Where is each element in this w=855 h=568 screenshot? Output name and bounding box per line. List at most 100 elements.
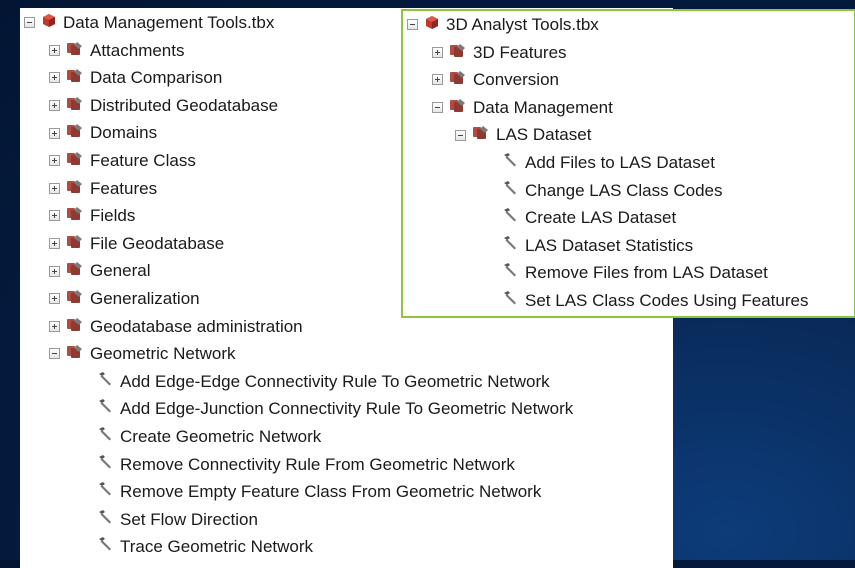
tree-item-label: General <box>90 261 151 281</box>
3d-analyst-toolbox-tree: 3D Analyst Tools.tbx 3D Features Conversio… <box>401 9 855 318</box>
tree-item-label: 3D Features <box>473 42 567 62</box>
hammer-icon <box>96 423 114 451</box>
tool-item[interactable]: Add Files to LAS Dataset <box>403 149 854 177</box>
toolset-icon <box>449 94 467 122</box>
hammer-icon <box>501 232 519 260</box>
toolset-item[interactable]: Conversion <box>403 66 854 94</box>
tree-item-label: Remove Connectivity Rule From Geometric … <box>120 454 515 474</box>
tool-item[interactable]: Remove Files from LAS Dataset <box>403 259 854 287</box>
hammer-icon <box>96 395 114 423</box>
hammer-icon <box>501 177 519 205</box>
tree-item-label: Data Management <box>473 97 613 117</box>
tree-item-label: Remove Empty Feature Class From Geometri… <box>120 482 542 502</box>
tool-item[interactable]: Create LAS Dataset <box>403 204 854 232</box>
hammer-icon <box>96 478 114 506</box>
expand-plus-icon[interactable] <box>49 44 60 56</box>
tree-item-label: Data Comparison <box>90 68 223 88</box>
tool-item[interactable]: Remove Connectivity Rule From Geometric … <box>20 451 673 479</box>
toolset-icon <box>66 230 84 258</box>
tool-item[interactable]: Add Edge-Edge Connectivity Rule To Geome… <box>20 368 673 396</box>
collapse-minus-icon[interactable] <box>49 348 60 360</box>
tree-item-label: Add Files to LAS Dataset <box>525 152 715 172</box>
hammer-icon <box>96 533 114 561</box>
tree-item-label: Geodatabase administration <box>90 316 303 336</box>
tree-item-label: File Geodatabase <box>90 233 225 253</box>
tree-item-label: Change LAS Class Codes <box>525 180 723 200</box>
toolset-icon <box>66 202 84 230</box>
hammer-icon <box>501 287 519 315</box>
toolset-icon <box>66 147 84 175</box>
toolset-icon <box>472 121 490 149</box>
tree-item-label: Create LAS Dataset <box>525 208 677 228</box>
toolset-item[interactable]: Geometric Network <box>20 340 673 368</box>
expand-plus-icon[interactable] <box>49 100 60 112</box>
expand-plus-icon[interactable] <box>49 72 60 84</box>
hammer-icon <box>501 204 519 232</box>
tree-item-label: Feature Class <box>90 150 196 170</box>
tree-item-label: Data Management Tools.tbx <box>63 13 275 32</box>
expand-plus-icon[interactable] <box>432 74 443 86</box>
tree-item-label: Fields <box>90 206 136 226</box>
toolset-icon <box>66 37 84 65</box>
tool-item[interactable]: Create Geometric Network <box>20 423 673 451</box>
toolset-icon <box>66 119 84 147</box>
collapse-minus-icon[interactable] <box>432 102 443 114</box>
expand-plus-icon[interactable] <box>49 127 60 139</box>
toolset-icon <box>66 340 84 368</box>
tree-item-label: Add Edge-Junction Connectivity Rule To G… <box>120 399 574 419</box>
tree-item-label: LAS Dataset <box>496 125 592 145</box>
tree-item-label: Remove Files from LAS Dataset <box>525 263 768 283</box>
tool-item[interactable]: Set Flow Direction <box>20 506 673 534</box>
toolset-item[interactable]: 3D Features <box>403 39 854 67</box>
tool-item[interactable]: Change LAS Class Codes <box>403 177 854 205</box>
tool-item[interactable]: Set LAS Class Codes Using Features <box>403 287 854 315</box>
hammer-icon <box>501 149 519 177</box>
expand-plus-icon[interactable] <box>49 320 60 332</box>
expand-plus-icon[interactable] <box>49 155 60 167</box>
toolset-item[interactable]: Data Management <box>403 94 854 122</box>
hammer-icon <box>96 368 114 396</box>
toolset-icon <box>66 285 84 313</box>
tree-item-label: 3D Analyst Tools.tbx <box>446 15 599 34</box>
expand-plus-icon[interactable] <box>49 182 60 194</box>
tree-item-label: Set Flow Direction <box>120 509 258 529</box>
tool-item[interactable]: LAS Dataset Statistics <box>403 232 854 260</box>
tree-item-label: Distributed Geodatabase <box>90 95 279 115</box>
toolbox-root-3d-analyst[interactable]: 3D Analyst Tools.tbx <box>403 11 854 39</box>
toolset-item-las-dataset[interactable]: LAS Dataset <box>403 121 854 149</box>
expand-plus-icon[interactable] <box>432 46 443 58</box>
toolset-icon <box>66 257 84 285</box>
tree-item-label: Conversion <box>473 70 559 90</box>
toolset-icon <box>66 313 84 341</box>
toolset-icon <box>449 66 467 94</box>
expand-plus-icon[interactable] <box>49 265 60 277</box>
toolbox-icon <box>424 11 440 39</box>
tool-item[interactable]: Remove Empty Feature Class From Geometri… <box>20 478 673 506</box>
expand-plus-icon[interactable] <box>49 238 60 250</box>
toolset-icon <box>449 39 467 67</box>
tree-item-label: Create Geometric Network <box>120 426 322 446</box>
tree-item-label: LAS Dataset Statistics <box>525 235 694 255</box>
tree-item-label: Trace Geometric Network <box>120 537 314 557</box>
hammer-icon <box>501 259 519 287</box>
toolset-icon <box>66 64 84 92</box>
expand-plus-icon[interactable] <box>49 293 60 305</box>
tree-item-label: Generalization <box>90 288 200 308</box>
tree-item-label: Set LAS Class Codes Using Features <box>525 290 809 310</box>
toolbox-icon <box>41 9 57 37</box>
hammer-icon <box>96 451 114 479</box>
tree-item-label: Add Edge-Edge Connectivity Rule To Geome… <box>120 371 550 391</box>
tree-item-label: Features <box>90 178 158 198</box>
collapse-minus-icon[interactable] <box>24 17 35 29</box>
tree-item-label: Attachments <box>90 40 185 60</box>
expand-plus-icon[interactable] <box>49 210 60 222</box>
tree-item-label: Domains <box>90 123 158 143</box>
tool-item[interactable]: Add Edge-Junction Connectivity Rule To G… <box>20 395 673 423</box>
collapse-minus-icon[interactable] <box>407 19 418 31</box>
collapse-minus-icon[interactable] <box>455 129 466 141</box>
tree-item-label: Geometric Network <box>90 344 236 364</box>
toolset-icon <box>66 175 84 203</box>
hammer-icon <box>96 506 114 534</box>
toolset-icon <box>66 92 84 120</box>
tool-item[interactable]: Trace Geometric Network <box>20 533 673 561</box>
